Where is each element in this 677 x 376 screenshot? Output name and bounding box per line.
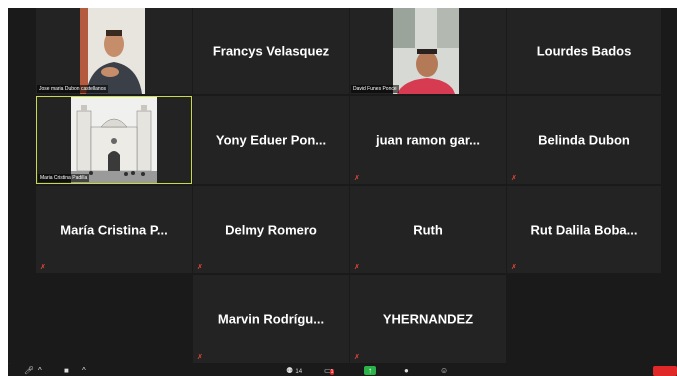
participant-tile[interactable]: Francys Velasquez: [193, 8, 349, 94]
participant-name-label: Jose maria Dubon castellanos: [37, 85, 108, 93]
participant-video: [80, 8, 145, 94]
participant-tile[interactable]: María Cristina P... ✗: [36, 186, 192, 273]
video-gallery: Jose maria Dubon castellanos Francys Vel…: [8, 8, 677, 370]
participant-name: Lourdes Bados: [536, 43, 632, 59]
participant-name-label: David Funes Ponce: [351, 85, 399, 93]
participant-name: juan ramon gar...: [375, 132, 481, 148]
participant-tile[interactable]: Belinda Dubon ✗: [507, 96, 661, 184]
muted-mic-icon: ✗: [511, 264, 517, 271]
muted-mic-icon: ✗: [197, 354, 203, 361]
participant-tile-david-funes[interactable]: David Funes Ponce: [350, 8, 506, 94]
reactions-icon[interactable]: ☺: [440, 366, 448, 375]
participant-name: Delmy Romero: [225, 222, 317, 237]
participant-video: [71, 97, 157, 183]
record-icon[interactable]: ●: [404, 366, 409, 375]
meeting-toolbar: 🎤︎ ^ ■ ^ ⚉ 14 ▭1 ↑ ● ☺: [8, 364, 677, 376]
participant-tile[interactable]: YHERNANDEZ ✗: [350, 275, 506, 363]
caret-up-icon[interactable]: ^: [82, 366, 86, 375]
participant-name: Yony Eduer Pon...: [215, 132, 327, 148]
participant-name: YHERNANDEZ: [382, 311, 474, 327]
share-screen-icon[interactable]: ↑: [364, 366, 376, 375]
participant-name-label: Maria Cristina Padilla: [38, 174, 90, 182]
participant-tile-maria-cristina-active[interactable]: Maria Cristina Padilla: [36, 96, 192, 184]
participant-name: Rut Dalila Boba...: [530, 222, 638, 237]
muted-mic-icon: ✗: [354, 264, 360, 271]
participant-video: [393, 8, 459, 94]
participant-tile[interactable]: Yony Eduer Pon...: [193, 96, 349, 184]
participant-tile[interactable]: Lourdes Bados: [507, 8, 661, 94]
participants-count: 14: [295, 369, 303, 375]
muted-mic-icon: ✗: [354, 175, 360, 182]
participant-name: Belinda Dubon: [538, 132, 630, 148]
participant-tile[interactable]: Delmy Romero ✗: [193, 186, 349, 273]
participant-tile-jose-maria[interactable]: Jose maria Dubon castellanos: [36, 8, 192, 94]
muted-mic-icon: ✗: [511, 175, 517, 182]
participant-name: Francys Velasquez: [212, 43, 330, 59]
muted-mic-icon: ✗: [40, 264, 46, 271]
participant-tile[interactable]: juan ramon gar... ✗: [350, 96, 506, 184]
stop-video-icon[interactable]: ■: [64, 366, 69, 375]
participant-name: Ruth: [413, 222, 443, 237]
participant-name: María Cristina P...: [60, 222, 168, 237]
participant-tile[interactable]: Ruth ✗: [350, 186, 506, 273]
mute-mic-icon[interactable]: 🎤︎: [24, 366, 34, 375]
caret-up-icon[interactable]: ^: [38, 366, 42, 375]
participants-icon[interactable]: ⚉ 14: [286, 366, 302, 375]
leave-meeting-button[interactable]: [653, 366, 677, 376]
participant-name: Marvin Rodrígu...: [217, 311, 325, 327]
chat-icon[interactable]: ▭1: [324, 366, 335, 375]
muted-mic-icon: ✗: [197, 264, 203, 271]
chat-badge: 1: [329, 369, 335, 375]
muted-mic-icon: ✗: [354, 354, 360, 361]
participant-tile[interactable]: Marvin Rodrígu... ✗: [193, 275, 349, 363]
participant-tile[interactable]: Rut Dalila Boba... ✗: [507, 186, 661, 273]
